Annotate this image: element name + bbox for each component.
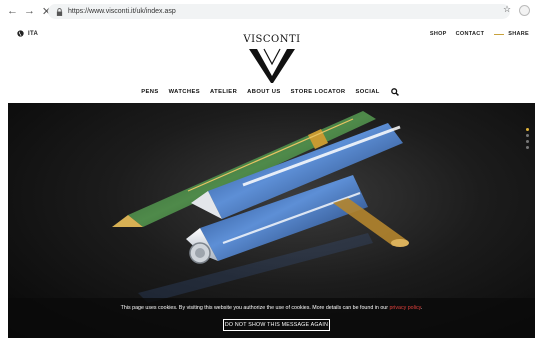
cookie-message-text: This page uses cookies. By visiting this… — [120, 305, 390, 311]
language-label: ITA — [28, 30, 39, 37]
nav-item-pens[interactable]: PENS — [141, 89, 158, 95]
language-switcher[interactable]: ITA — [17, 30, 38, 37]
contact-link[interactable]: CONTACT — [456, 31, 485, 37]
slider-dots — [526, 128, 529, 149]
arrow-right-icon[interactable]: → — [23, 4, 36, 18]
address-bar[interactable]: https://www.visconti.it/uk/index.asp — [48, 4, 510, 19]
main-navigation: PENS WATCHES ATELIER ABOUT US STORE LOCA… — [0, 88, 535, 96]
url-text: https://www.visconti.it/uk/index.asp — [68, 8, 176, 15]
nav-item-watches[interactable]: WATCHES — [169, 89, 200, 95]
shop-link[interactable]: SHOP — [430, 31, 447, 37]
slider-dot[interactable] — [526, 140, 529, 143]
nav-item-store-locator[interactable]: STORE LOCATOR — [291, 89, 346, 95]
slider-dot[interactable] — [526, 146, 529, 149]
share-link[interactable]: SHARE — [508, 31, 529, 37]
nav-item-social[interactable]: SOCIAL — [355, 89, 379, 95]
top-links: SHOP CONTACT SHARE — [421, 31, 529, 37]
share-divider — [494, 33, 505, 35]
privacy-policy-link[interactable]: privacy policy — [389, 305, 420, 311]
cookie-message: This page uses cookies. By visiting this… — [8, 305, 535, 311]
slider-dot[interactable] — [526, 134, 529, 137]
nav-item-atelier[interactable]: ATELIER — [210, 89, 237, 95]
logo-v-mark — [249, 48, 295, 83]
lock-icon — [56, 7, 63, 16]
globe-icon — [17, 30, 24, 37]
dismiss-cookie-button[interactable]: DO NOT SHOW THIS MESSAGE AGAIN — [223, 319, 330, 331]
slider-dot[interactable] — [526, 128, 529, 131]
cookie-banner: This page uses cookies. By visiting this… — [8, 298, 535, 338]
search-icon[interactable] — [390, 88, 399, 96]
nav-item-about-us[interactable]: ABOUT US — [247, 89, 280, 95]
arrow-left-icon[interactable]: ← — [6, 4, 19, 18]
profile-icon[interactable] — [519, 5, 530, 16]
cookie-message-suffix: . — [420, 305, 423, 311]
bookmark-star-icon[interactable]: ☆ — [503, 4, 511, 15]
visconti-logo[interactable]: VISCONTI — [243, 34, 301, 84]
